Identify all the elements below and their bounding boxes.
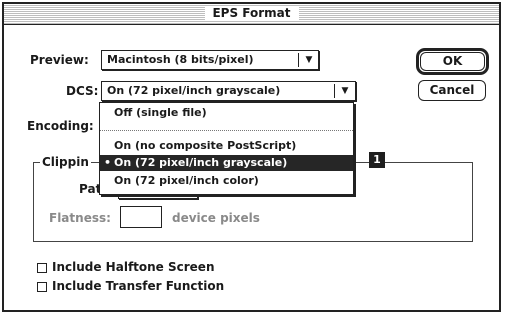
dialog-title: EPS Format [204, 6, 299, 21]
ok-button-label: OK [442, 54, 463, 68]
halftone-label[interactable]: Include Halftone Screen [52, 260, 215, 275]
menu-item-color[interactable]: On (72 pixel/inch color) [100, 173, 353, 189]
dcs-value: On (72 pixel/inch grayscale) [107, 84, 281, 97]
path-label: Pat [79, 182, 102, 196]
encoding-label: Encoding: [27, 119, 94, 133]
menu-divider [100, 130, 353, 131]
chevron-down-icon: ▼ [341, 86, 349, 96]
chevron-down-icon: ▼ [305, 55, 313, 65]
flatness-field[interactable] [120, 206, 162, 228]
preview-label: Preview: [30, 53, 89, 67]
callout-badge: 1 [369, 152, 385, 168]
title-bar[interactable]: EPS Format [4, 4, 499, 25]
menu-item-grayscale[interactable]: • On (72 pixel/inch grayscale) [100, 155, 353, 171]
dcs-dropdown-menu: Off (single file) On (no composite PostS… [99, 102, 354, 195]
clipping-group-label: Clippin [40, 155, 91, 170]
halftone-checkbox[interactable] [37, 263, 47, 273]
flatness-label: Flatness: [49, 211, 111, 225]
cancel-button-label: Cancel [429, 83, 475, 97]
preview-value: Macintosh (8 bits/pixel) [107, 53, 254, 66]
transfer-label[interactable]: Include Transfer Function [52, 279, 224, 294]
menu-item-no-composite[interactable]: On (no composite PostScript) [100, 138, 353, 154]
selected-bullet-icon: • [104, 156, 112, 169]
dcs-popup[interactable]: On (72 pixel/inch grayscale) ▼ [101, 81, 356, 101]
dcs-label: DCS: [66, 84, 99, 98]
preview-popup[interactable]: Macintosh (8 bits/pixel) ▼ [101, 50, 319, 70]
flatness-unit: device pixels [172, 211, 260, 225]
menu-item-off-single-file[interactable]: Off (single file) [100, 105, 353, 121]
ok-button[interactable]: OK [420, 52, 485, 71]
transfer-checkbox[interactable] [37, 282, 47, 292]
cancel-button[interactable]: Cancel [418, 80, 486, 101]
